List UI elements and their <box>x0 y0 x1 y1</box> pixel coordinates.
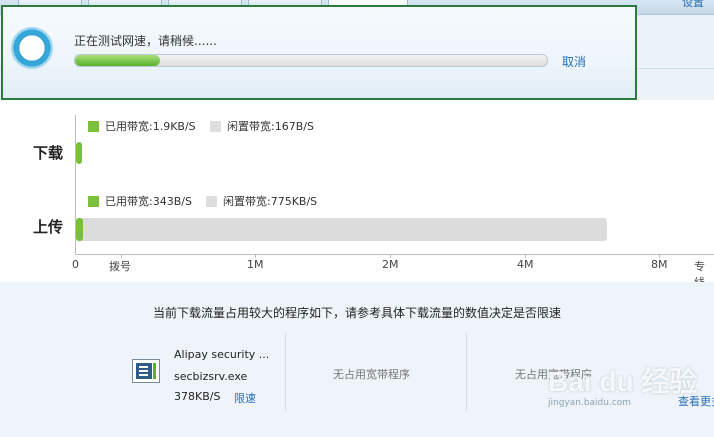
x-tick-label: 2M <box>382 258 399 271</box>
x-tick-mark <box>525 254 526 258</box>
x-tick-mark <box>659 254 660 258</box>
cancel-button[interactable]: 取消 <box>562 53 586 70</box>
exe-program-icon <box>132 359 160 383</box>
upload-idle-bar <box>76 218 607 241</box>
upload-label: 上传 <box>33 218 64 236</box>
upload-legend-idle: 闲置带宽:775KB/S <box>206 193 317 209</box>
x-tick-label: 0 <box>72 258 79 271</box>
column-divider <box>285 332 286 412</box>
x-tick-label: 4M <box>517 258 534 271</box>
empty-slot-message: 无占用宽带程序 <box>333 368 410 381</box>
x-tick-label: 拨号 <box>109 260 131 273</box>
used-swatch-icon <box>88 120 99 132</box>
program-speed: 378KB/S <box>174 390 221 403</box>
download-used-bar <box>76 142 83 164</box>
used-swatch-icon <box>88 195 99 207</box>
upload-used-bar <box>76 218 83 241</box>
baidu-watermark: Bai du 经验 <box>548 366 698 397</box>
idle-swatch-icon <box>206 195 217 207</box>
x-tick-mark <box>255 254 256 258</box>
speed-test-progress-fill <box>75 55 160 66</box>
download-label: 下载 <box>33 144 64 162</box>
speed-test-progress <box>74 54 548 67</box>
upload-legend-used: 已用带宽:343B/S <box>88 193 192 209</box>
program-exe: secbizsrv.exe <box>174 370 248 383</box>
x-tick-mark <box>390 254 391 258</box>
speed-test-status: 正在测试网速，请稍候...... <box>74 34 217 48</box>
x-tick-label: 8M <box>651 258 668 271</box>
limit-speed-button[interactable]: 限速 <box>234 390 256 406</box>
loading-spinner-icon <box>11 27 53 69</box>
chart-x-axis <box>75 254 714 255</box>
download-legend-used: 已用带宽:1.9KB/S <box>88 118 196 134</box>
baidu-watermark-url: jingyan.baidu.com <box>548 398 632 408</box>
view-more-processes-link[interactable]: 查看更多进程 <box>678 393 714 409</box>
program-name: Alipay security ... <box>174 348 270 361</box>
download-legend-idle: 闲置带宽:167B/S <box>210 118 314 134</box>
speed-test-banner: 正在测试网速，请稍候...... 取消 <box>1 5 637 100</box>
idle-swatch-icon <box>210 120 221 132</box>
x-tick-mark <box>121 254 122 258</box>
settings-link[interactable]: 设置 <box>682 0 704 10</box>
program-list-note: 当前下载流量占用较大的程序如下，请参考具体下载流量的数值决定是否限速 <box>152 306 561 320</box>
x-tick-label: 1M <box>247 258 264 271</box>
column-divider <box>466 332 467 412</box>
